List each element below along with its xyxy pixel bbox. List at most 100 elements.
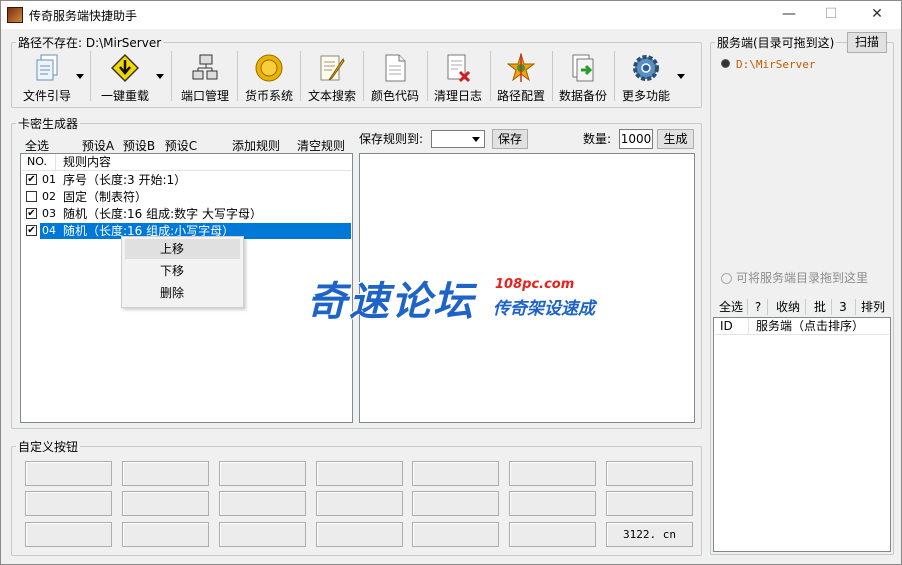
custom-button[interactable] (606, 461, 693, 486)
generate-button[interactable]: 生成 (657, 129, 694, 149)
select-all-button[interactable]: 全选 (21, 138, 53, 154)
custom-button[interactable] (509, 491, 596, 516)
tool-more[interactable]: 更多功能 (616, 49, 676, 104)
rule-row[interactable]: ✔ 01 序号（长度:3 开始:1） (22, 172, 351, 188)
toolbar-separator (614, 51, 615, 101)
column-header-id[interactable]: ID (720, 318, 733, 334)
custom-button[interactable] (122, 522, 209, 547)
tool-clear-log[interactable]: 清理日志 (428, 49, 488, 104)
column-header-rule[interactable]: 规则内容 (63, 154, 111, 170)
rule-list-header: NO. 规则内容 (22, 154, 351, 171)
custom-button[interactable] (219, 522, 306, 547)
rule-row[interactable]: 02 固定（制表符） (22, 189, 351, 205)
tool-label: 清理日志 (433, 89, 482, 103)
chevron-down-icon[interactable] (677, 74, 685, 79)
title-bar[interactable]: 传奇服务端快捷助手 — ☐ ✕ (1, 1, 901, 29)
server-path-radio[interactable]: D:\MirServer (721, 58, 815, 71)
server-count: 3 (839, 300, 847, 314)
save-rule-label: 保存规则到: (359, 132, 424, 146)
custom-buttons-title: 自定义按钮 (18, 440, 79, 454)
server-batch-button[interactable]: 批 (809, 299, 832, 315)
custom-button[interactable] (509, 522, 596, 547)
row-checkbox[interactable]: ✔ (26, 174, 37, 185)
document-icon (385, 54, 406, 82)
menu-item-move-up[interactable]: 上移 (125, 239, 240, 259)
gear-icon (633, 55, 659, 81)
custom-button[interactable] (316, 491, 403, 516)
clear-rule-button[interactable]: 清空规则 (293, 138, 349, 154)
toolbar-separator (171, 51, 172, 101)
maximize-button[interactable]: ☐ (811, 3, 851, 25)
server-collapse-button[interactable]: 收纳 (771, 299, 806, 315)
row-checkbox[interactable]: ✔ (26, 208, 37, 219)
backup-icon (572, 54, 594, 82)
watermark-slogan: 传奇架设速成 (493, 299, 595, 319)
tool-reload[interactable]: 一键重载 (94, 49, 156, 104)
server-list[interactable]: ID 服务端（点击排序） (713, 317, 891, 552)
drop-hint-radio[interactable]: 可将服务端目录拖到这里 (721, 269, 868, 286)
save-rule-select[interactable] (431, 130, 485, 148)
tool-path-config[interactable]: 路径配置 (491, 49, 551, 104)
preset-b-button[interactable]: 预设B (120, 138, 158, 154)
star-config-icon (507, 53, 535, 82)
chevron-down-icon (472, 137, 480, 142)
custom-button[interactable] (122, 491, 209, 516)
delete-log-icon (447, 54, 471, 83)
row-checkbox[interactable] (26, 191, 37, 202)
custom-button[interactable] (412, 522, 499, 547)
custom-button[interactable] (316, 461, 403, 486)
custom-button[interactable] (316, 522, 403, 547)
custom-button[interactable] (219, 461, 306, 486)
rule-text: 随机（长度:16 组成:数字 大写字母） (63, 207, 262, 221)
files-icon (36, 54, 58, 81)
custom-button[interactable] (606, 491, 693, 516)
add-rule-button[interactable]: 添加规则 (228, 138, 284, 154)
rule-row[interactable]: ✔ 03 随机（长度:16 组成:数字 大写字母） (22, 206, 351, 222)
chevron-down-icon[interactable] (156, 74, 164, 79)
custom-button[interactable] (25, 522, 112, 547)
row-checkbox[interactable]: ✔ (26, 225, 37, 236)
close-button[interactable]: ✕ (857, 3, 897, 25)
server-help-button[interactable]: ? (749, 299, 768, 315)
server-sort-button[interactable]: 排列 (855, 299, 890, 315)
menu-item-move-down[interactable]: 下移 (125, 261, 240, 281)
tool-file-guide[interactable]: 文件引导 (17, 49, 77, 104)
tool-currency[interactable]: 货币系统 (239, 49, 299, 104)
custom-button[interactable] (509, 461, 596, 486)
custom-button[interactable] (412, 461, 499, 486)
custom-button[interactable]: 3122. cn (606, 522, 693, 547)
minimize-button[interactable]: — (769, 3, 809, 25)
preset-c-button[interactable]: 预设C (162, 138, 200, 154)
save-button[interactable]: 保存 (492, 129, 528, 149)
column-header-server[interactable]: 服务端（点击排序） (756, 318, 864, 334)
network-icon (192, 54, 218, 80)
custom-button[interactable] (25, 491, 112, 516)
toolbar-separator (363, 51, 364, 101)
custom-button[interactable] (25, 461, 112, 486)
server-path: D:\MirServer (736, 58, 816, 71)
window-title: 传奇服务端快捷助手 (29, 9, 138, 23)
context-menu: 上移 下移 删除 (121, 236, 244, 308)
tool-port-manager[interactable]: 端口管理 (175, 49, 235, 104)
tool-color-code[interactable]: 颜色代码 (365, 49, 425, 104)
main-window: 传奇服务端快捷助手 — ☐ ✕ 路径不存在: D:\MirServer 文件引导… (0, 0, 902, 565)
card-generator-title: 卡密生成器 (18, 117, 79, 131)
tool-label: 文件引导 (22, 89, 71, 103)
drop-hint: 可将服务端目录拖到这里 (736, 271, 869, 285)
tool-text-search[interactable]: 文本搜索 (302, 49, 362, 104)
tool-label: 数据备份 (558, 89, 607, 103)
custom-button[interactable] (412, 491, 499, 516)
tool-backup[interactable]: 数据备份 (553, 49, 613, 104)
rule-no: 02 (42, 190, 56, 203)
preset-a-button[interactable]: 预设A (79, 138, 117, 154)
column-header-no[interactable]: NO. (27, 154, 47, 170)
custom-button[interactable] (122, 461, 209, 486)
server-select-all[interactable]: 全选 (715, 299, 748, 315)
tool-label: 路径配置 (496, 89, 545, 103)
chevron-down-icon[interactable] (76, 74, 84, 79)
quantity-input[interactable]: 1000 (619, 129, 653, 149)
scan-button[interactable]: 扫描 (847, 32, 887, 53)
radio-selected-icon (721, 59, 730, 68)
menu-item-delete[interactable]: 删除 (125, 283, 240, 303)
custom-button[interactable] (219, 491, 306, 516)
